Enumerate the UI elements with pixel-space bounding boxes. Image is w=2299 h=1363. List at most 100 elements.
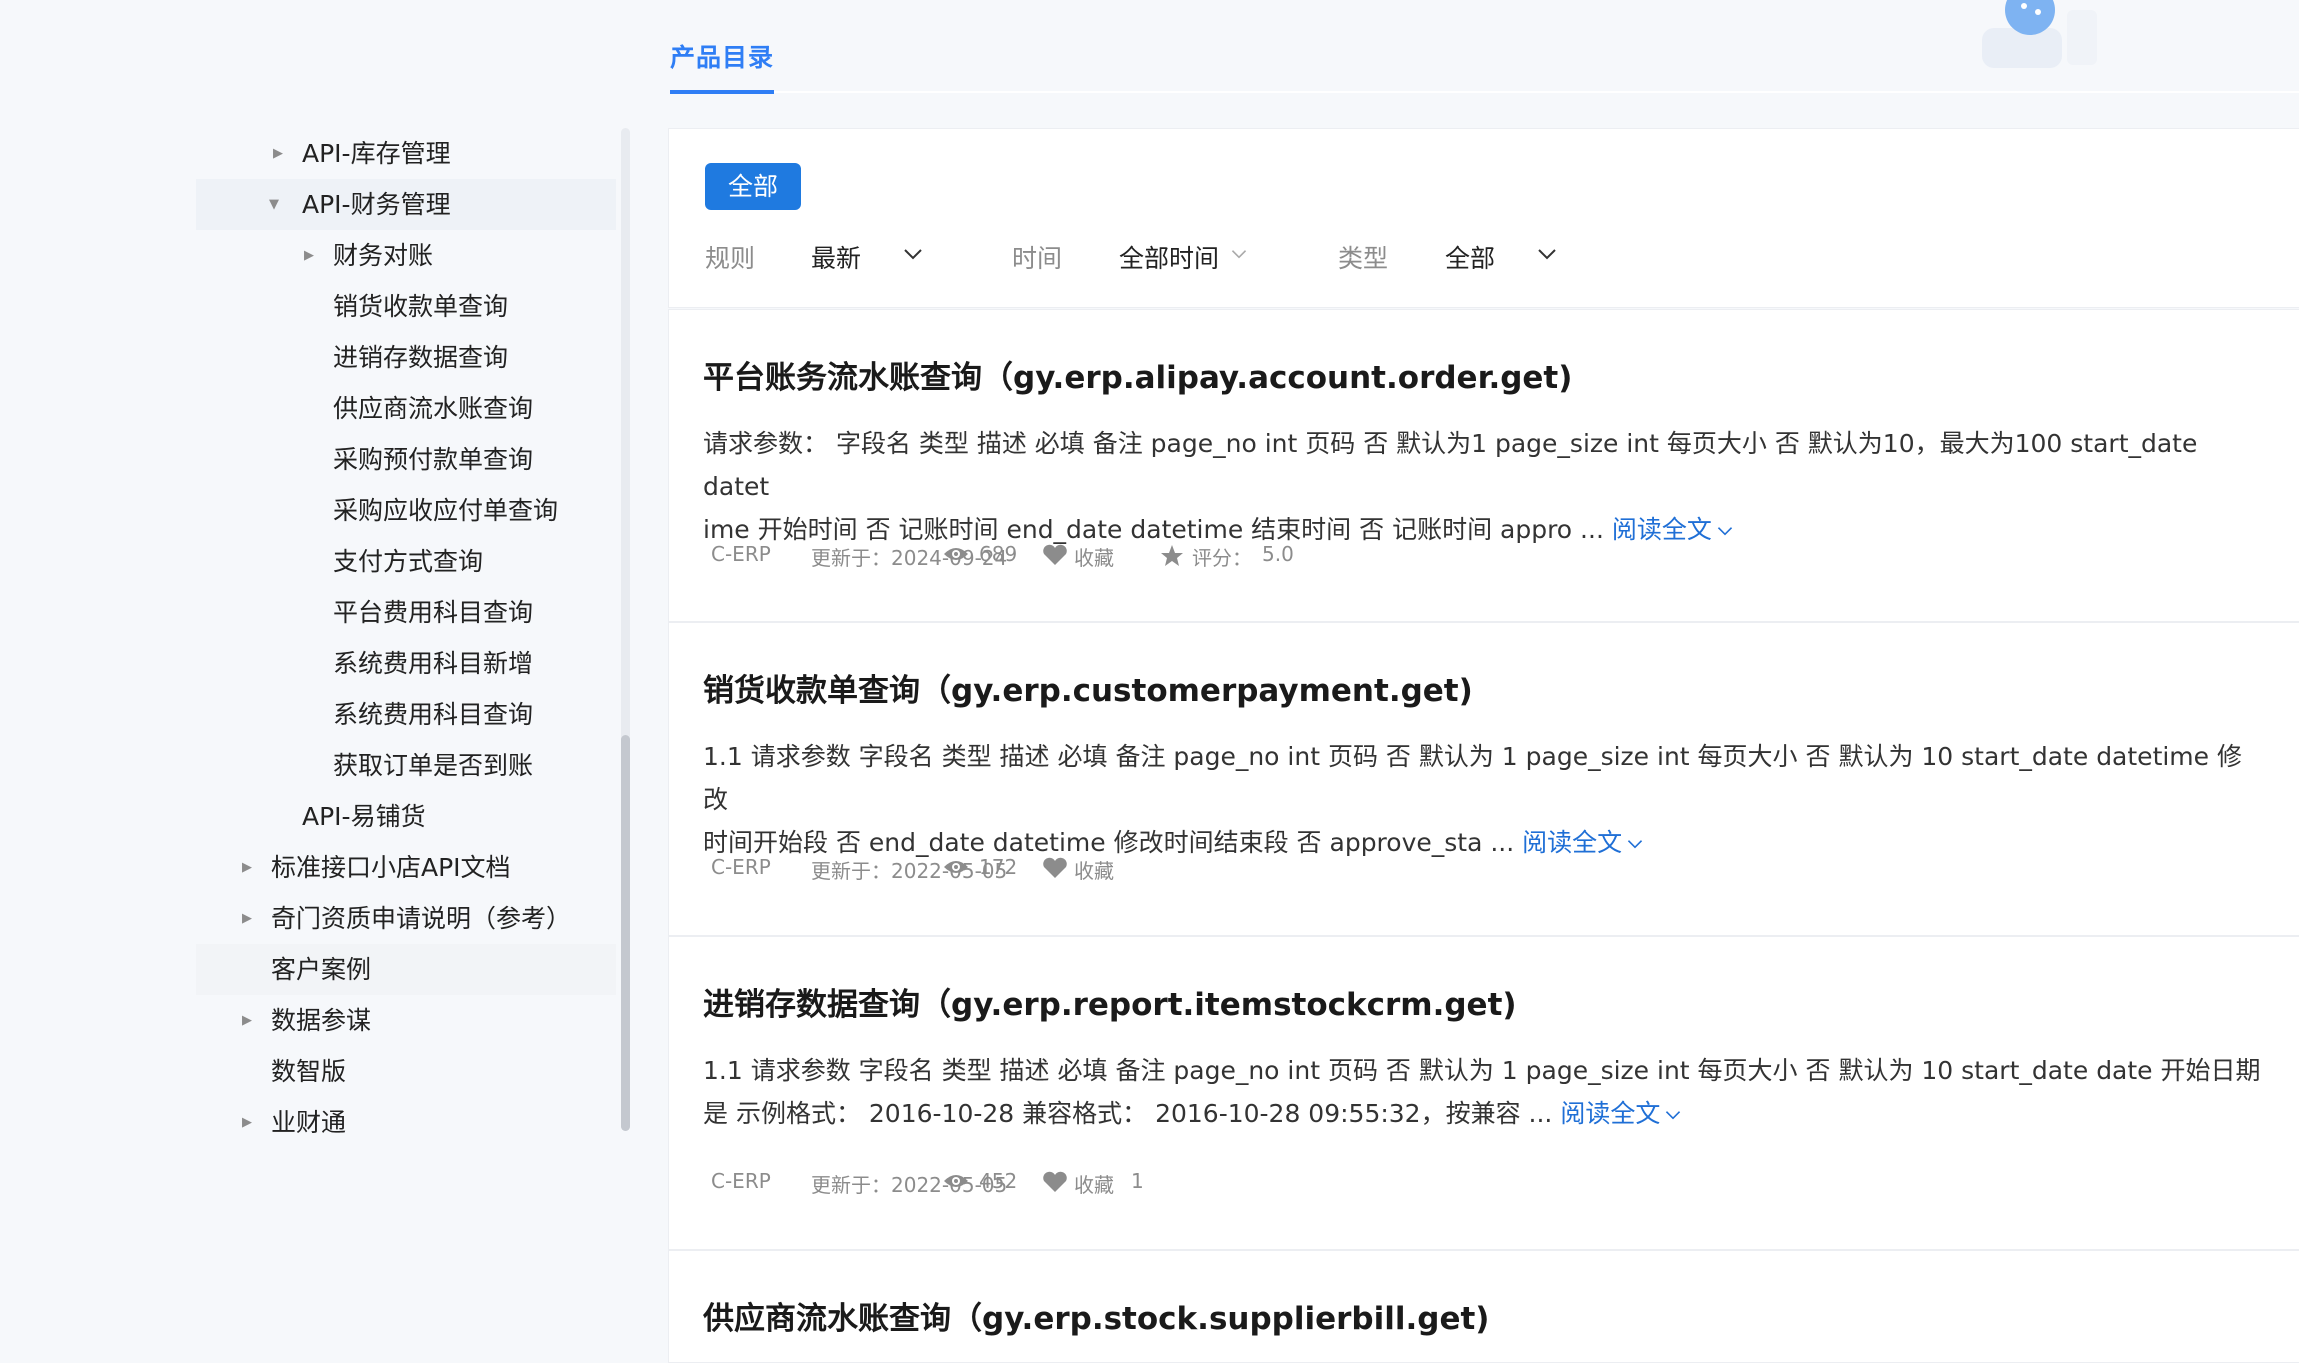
heart-icon[interactable]: [1042, 1171, 1068, 1193]
tree-item-label: 财务对账: [333, 241, 434, 270]
tree-item-label: 采购预付款单查询: [333, 445, 534, 474]
caret-right-icon[interactable]: ▶: [242, 893, 252, 944]
article-card[interactable]: 平台账务流水账查询（gy.erp.alipay.account.order.ge…: [668, 309, 2299, 622]
tree-item-label: 奇门资质申请说明（参考）: [271, 904, 572, 933]
all-button[interactable]: 全部: [705, 163, 801, 210]
tree-item-yecaitong[interactable]: ▶ 业财通: [196, 1097, 616, 1148]
view-count: 172: [979, 855, 1018, 879]
favorite-count: 1: [1131, 1169, 1144, 1193]
tree-item-label: 客户案例: [271, 955, 372, 984]
caret-right-icon[interactable]: ▶: [242, 995, 252, 1046]
tree-item-order-paid[interactable]: 获取订单是否到账: [196, 740, 616, 791]
chevron-down-icon: [1717, 527, 1732, 536]
star-icon: [1161, 545, 1183, 566]
tree-item-qimen[interactable]: ▶ 奇门资质申请说明（参考）: [196, 893, 616, 944]
tree-item-yipuhuo[interactable]: API-易铺货: [196, 791, 616, 842]
tree-item-label: 获取订单是否到账: [333, 751, 534, 780]
tree-item-shop-api[interactable]: ▶ 标准接口小店API文档: [196, 842, 616, 893]
read-more-link[interactable]: 阅读全文: [1522, 828, 1644, 857]
type-label: 类型: [1338, 244, 1389, 273]
tree-item-supplier-bill[interactable]: 供应商流水账查询: [196, 383, 616, 434]
tree-item-label: 平台费用科目查询: [333, 598, 534, 627]
article-card[interactable]: 进销存数据查询（gy.erp.report.itemstockcrm.get) …: [668, 936, 2299, 1250]
tree-item-cases[interactable]: 客户案例: [196, 944, 616, 995]
caret-down-icon[interactable]: ▼: [269, 179, 279, 230]
tree-scrollbar-thumb[interactable]: [621, 735, 630, 1131]
tree-item-fee-query[interactable]: 系统费用科目查询: [196, 689, 616, 740]
article-desc-text: 时间开始段 否 end_date datetime 修改时间结束段 否 appr…: [703, 828, 1515, 857]
tree-item-stock-data[interactable]: 进销存数据查询: [196, 332, 616, 383]
updated-date: 更新于：2024-09-24: [811, 546, 1008, 570]
eye-icon: [944, 548, 968, 560]
heart-icon[interactable]: [1042, 857, 1068, 879]
tree-item-label: 系统费用科目查询: [333, 700, 534, 729]
tree-item-finance[interactable]: ▼ API-财务管理: [196, 179, 616, 230]
robot-mascot-icon: [1982, 0, 2097, 68]
source-tag: C-ERP: [711, 855, 771, 879]
rule-label: 规则: [705, 244, 756, 273]
tree-item-smart[interactable]: 数智版: [196, 1046, 616, 1097]
tree-item-payable[interactable]: 采购应收应付单查询: [196, 485, 616, 536]
article-card[interactable]: 销货收款单查询（gy.erp.customerpayment.get) 1.1 …: [668, 622, 2299, 936]
read-more-label: 阅读全文: [1522, 828, 1623, 857]
tab-product-catalog[interactable]: 产品目录: [670, 38, 775, 94]
read-more-label: 阅读全文: [1611, 515, 1712, 544]
article-desc-line: 是 示例格式： 2016-10-28 兼容格式： 2016-10-28 09:5…: [703, 1092, 2263, 1135]
type-select[interactable]: 全部: [1445, 239, 1495, 275]
article-desc-line: 1.1 请求参数 字段名 类型 描述 必填 备注 page_no int 页码 …: [703, 1056, 2261, 1085]
tree-item-inventory[interactable]: ▶ API-库存管理: [196, 128, 616, 179]
tree-item-label: API-易铺货: [302, 802, 426, 831]
tree-item-fee-add[interactable]: 系统费用科目新增: [196, 638, 616, 689]
tree-item-label: 销货收款单查询: [333, 292, 509, 321]
tree-item-label: 系统费用科目新增: [333, 649, 534, 678]
article-title[interactable]: 销货收款单查询（gy.erp.customerpayment.get): [703, 665, 1473, 710]
article-description: 请求参数： 字段名 类型 描述 必填 备注 page_no int 页码 否 默…: [703, 422, 2263, 551]
tree-item-platform-fee[interactable]: 平台费用科目查询: [196, 587, 616, 638]
rating-label: 评分：: [1192, 546, 1252, 570]
time-select[interactable]: 全部时间: [1119, 239, 1219, 275]
tree-item-label: 供应商流水账查询: [333, 394, 534, 423]
tree-item-label: API-财务管理: [302, 190, 451, 219]
caret-right-icon[interactable]: ▶: [242, 1097, 252, 1148]
favorite-label[interactable]: 收藏: [1074, 1169, 1114, 1198]
tree-item-reconciliation[interactable]: ▶ 财务对账: [196, 230, 616, 281]
read-more-label: 阅读全文: [1560, 1099, 1661, 1128]
eye-icon: [944, 861, 968, 873]
favorite-label[interactable]: 收藏: [1074, 542, 1114, 571]
tree-item-label: 数据参谋: [271, 1006, 372, 1035]
caret-right-icon[interactable]: ▶: [273, 128, 283, 179]
source-tag: C-ERP: [711, 542, 771, 566]
article-title[interactable]: 供应商流水账查询（gy.erp.stock.supplierbill.get): [703, 1293, 1489, 1338]
chevron-down-icon[interactable]: [1536, 243, 1558, 265]
article-desc-line: 1.1 请求参数 字段名 类型 描述 必填 备注 page_no int 页码 …: [703, 742, 2242, 814]
tree-item-prepayment[interactable]: 采购预付款单查询: [196, 434, 616, 485]
tree-item-label: 标准接口小店API文档: [271, 853, 511, 882]
category-tree: ▶ API-库存管理 ▼ API-财务管理 ▶ 财务对账 销货收款单查询 进销存…: [196, 128, 616, 1148]
tree-scrollbar[interactable]: [621, 128, 630, 1131]
tree-item-sales-receipt[interactable]: 销货收款单查询: [196, 281, 616, 332]
read-more-link[interactable]: 阅读全文: [1560, 1099, 1682, 1128]
article-title[interactable]: 平台账务流水账查询（gy.erp.alipay.account.order.ge…: [703, 352, 1572, 397]
article-description: 1.1 请求参数 字段名 类型 描述 必填 备注 page_no int 页码 …: [703, 1049, 2263, 1135]
article-desc-text: ime 开始时间 否 记账时间 end_date datetime 结束时间 否…: [703, 515, 1604, 544]
tree-item-payment-method[interactable]: 支付方式查询: [196, 536, 616, 587]
tree-item-label: 业财通: [271, 1108, 347, 1137]
updated-date: 更新于：2022-05-05: [811, 859, 1008, 883]
article-title[interactable]: 进销存数据查询（gy.erp.report.itemstockcrm.get): [703, 979, 1517, 1024]
favorite-label[interactable]: 收藏: [1074, 855, 1114, 884]
article-card[interactable]: 供应商流水账查询（gy.erp.stock.supplierbill.get): [668, 1250, 2299, 1363]
caret-right-icon[interactable]: ▶: [304, 230, 314, 281]
chevron-down-icon[interactable]: [1230, 243, 1248, 265]
time-label: 时间: [1012, 244, 1063, 273]
source-tag: C-ERP: [711, 1169, 771, 1193]
read-more-link[interactable]: 阅读全文: [1612, 515, 1734, 544]
chevron-down-icon: [1628, 840, 1643, 849]
article-description: 1.1 请求参数 字段名 类型 描述 必填 备注 page_no int 页码 …: [703, 735, 2263, 864]
tree-item-data-advisor[interactable]: ▶ 数据参谋: [196, 995, 616, 1046]
chevron-down-icon[interactable]: [902, 243, 924, 265]
rule-select[interactable]: 最新: [811, 239, 861, 275]
heart-icon[interactable]: [1042, 544, 1068, 566]
caret-right-icon[interactable]: ▶: [242, 842, 252, 893]
rating-value: 5.0: [1262, 542, 1294, 566]
view-count: 689: [979, 542, 1018, 566]
